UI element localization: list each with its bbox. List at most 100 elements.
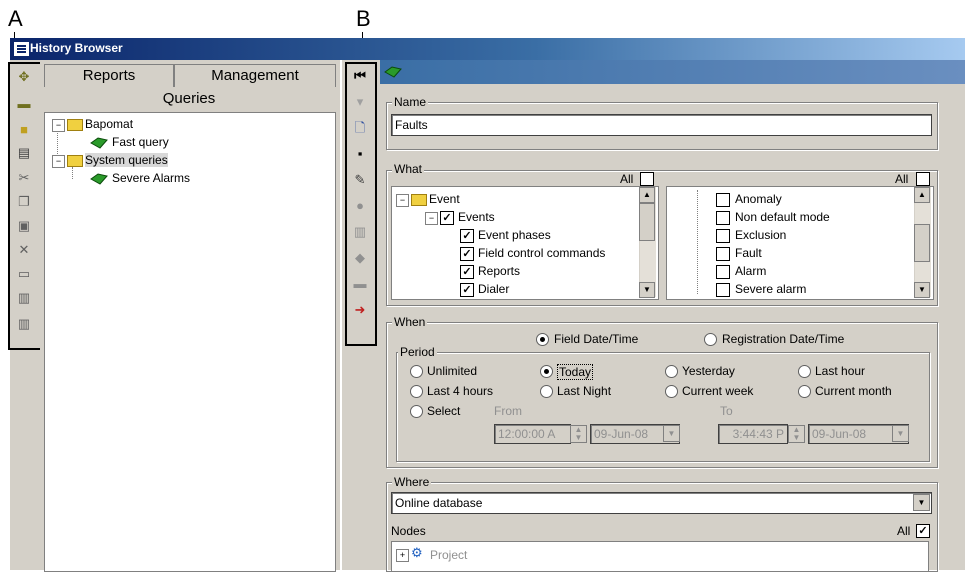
print-icon[interactable]: ▬ [350, 274, 370, 294]
event-scroll-thumb[interactable] [639, 203, 655, 241]
anomaly-checkbox[interactable] [716, 193, 730, 207]
severity-scroll-thumb[interactable] [914, 224, 930, 262]
tree-item-severe-alarms[interactable]: Severe Alarms [112, 171, 190, 185]
export-query-icon[interactable]: ➜ [350, 300, 370, 320]
period-current-month-label[interactable]: Current month [815, 384, 892, 398]
folder-bapomat-icon [67, 119, 83, 131]
what-left-all-checkbox[interactable] [640, 172, 654, 186]
from-time-field[interactable]: 12:00:00 A [494, 424, 571, 444]
where-dropdown-icon[interactable]: ▼ [913, 494, 930, 511]
registration-datetime-radio[interactable] [704, 333, 717, 346]
save-icon[interactable]: ▪ [350, 144, 370, 164]
run-icon[interactable]: ◆ [350, 248, 370, 268]
columns-icon[interactable]: ▥ [350, 222, 370, 242]
dialer-checkbox[interactable]: ✓ [460, 283, 474, 297]
tree-item-fast-query[interactable]: Fast query [112, 135, 169, 149]
what-right-all-checkbox[interactable] [916, 172, 930, 186]
collapse-left-icon[interactable]: ⏮ [350, 66, 370, 86]
name-field[interactable]: Faults [391, 114, 932, 136]
period-last-night-radio[interactable] [540, 385, 553, 398]
paste-icon[interactable]: ▣ [14, 216, 34, 236]
period-today-radio[interactable] [540, 365, 553, 378]
event-scroll-up[interactable]: ▲ [639, 187, 655, 203]
severity-scroll-down[interactable]: ▼ [914, 282, 930, 298]
project-node[interactable]: Project [430, 548, 467, 562]
period-current-month-radio[interactable] [798, 385, 811, 398]
where-select[interactable]: Online database [391, 492, 932, 514]
sort-icon[interactable]: ▾ [350, 92, 370, 112]
tree-item-system-queries[interactable]: System queries [85, 153, 168, 167]
events-node[interactable]: Events [458, 210, 495, 224]
to-time-field[interactable]: 3:44:43 P [718, 424, 788, 444]
event-node[interactable]: Event [429, 192, 460, 206]
event-phases-checkbox[interactable]: ✓ [460, 229, 474, 243]
period-unlimited-radio[interactable] [410, 365, 423, 378]
export-icon[interactable]: ▥ [14, 288, 34, 308]
non-default-mode-label[interactable]: Non default mode [735, 210, 830, 224]
period-today-label[interactable]: Today [557, 364, 594, 380]
fault-label[interactable]: Fault [735, 246, 762, 260]
folder-icon[interactable]: ■ [14, 120, 34, 140]
field-datetime-label[interactable]: Field Date/Time [554, 332, 638, 346]
period-yesterday-radio[interactable] [665, 365, 678, 378]
tree-item-bapomat[interactable]: Bapomat [85, 117, 133, 131]
minus-icon[interactable]: ▬ [14, 94, 34, 114]
reports-checkbox[interactable]: ✓ [460, 265, 474, 279]
period-last4-radio[interactable] [410, 385, 423, 398]
new-document-icon[interactable]: 🗋 [350, 118, 370, 138]
period-group-title: Period [398, 345, 437, 359]
reports-label[interactable]: Reports [478, 264, 520, 278]
query-edit-icon[interactable]: ✎ [350, 170, 370, 190]
from-date-dropdown-icon[interactable]: ▼ [663, 425, 680, 442]
events-checkbox[interactable]: ✓ [440, 211, 454, 225]
period-last-hour-radio[interactable] [798, 365, 811, 378]
import-icon[interactable]: ▥ [14, 314, 34, 334]
rename-icon[interactable]: ▭ [14, 264, 34, 284]
field-control-label[interactable]: Field control commands [478, 246, 605, 260]
event-scroll-down[interactable]: ▼ [639, 282, 655, 298]
period-last4-label[interactable]: Last 4 hours [427, 384, 493, 398]
registration-datetime-label[interactable]: Registration Date/Time [722, 332, 844, 346]
to-time-spinner[interactable]: ▲ ▼ [788, 425, 805, 443]
period-current-week-radio[interactable] [665, 385, 678, 398]
callout-a: A [8, 6, 23, 31]
expand-project-icon[interactable]: + [396, 549, 409, 562]
expand-event-icon[interactable]: − [396, 194, 409, 207]
to-date-dropdown-icon[interactable]: ▼ [892, 425, 909, 442]
alarm-checkbox[interactable] [716, 265, 730, 279]
field-control-checkbox[interactable]: ✓ [460, 247, 474, 261]
period-select-label[interactable]: Select [427, 404, 460, 418]
period-select-radio[interactable] [410, 405, 423, 418]
exclusion-checkbox[interactable] [716, 229, 730, 243]
nodes-all-checkbox[interactable]: ✓ [916, 524, 930, 538]
period-yesterday-label[interactable]: Yesterday [682, 364, 735, 378]
anomaly-label[interactable]: Anomaly [735, 192, 782, 206]
field-datetime-radio[interactable] [536, 333, 549, 346]
tab-reports[interactable]: Reports [44, 64, 174, 87]
severe-alarm-label[interactable]: Severe alarm [735, 282, 806, 296]
period-unlimited-label[interactable]: Unlimited [427, 364, 477, 378]
tools-icon[interactable]: ✥ [14, 67, 34, 87]
document-icon[interactable]: ▤ [14, 143, 34, 163]
delete-icon[interactable]: ✕ [14, 240, 34, 260]
fault-checkbox[interactable] [716, 247, 730, 261]
period-last-night-label[interactable]: Last Night [557, 384, 611, 398]
cut-icon[interactable]: ✂ [14, 168, 34, 188]
period-current-week-label[interactable]: Current week [682, 384, 753, 398]
window-title-bar[interactable] [10, 38, 965, 60]
expand-system-queries-icon[interactable]: − [52, 155, 65, 168]
expand-events-icon[interactable]: − [425, 212, 438, 225]
dialer-label[interactable]: Dialer [478, 282, 509, 296]
severe-alarm-checkbox[interactable] [716, 283, 730, 297]
filter-icon[interactable]: ● [350, 196, 370, 216]
expand-bapomat-icon[interactable]: − [52, 119, 65, 132]
from-time-spinner[interactable]: ▲ ▼ [570, 425, 587, 443]
tab-management[interactable]: Management [174, 64, 336, 87]
period-last-hour-label[interactable]: Last hour [815, 364, 865, 378]
copy-icon[interactable]: ❐ [14, 192, 34, 212]
event-phases-label[interactable]: Event phases [478, 228, 551, 242]
severity-scroll-up[interactable]: ▲ [914, 187, 930, 203]
alarm-label[interactable]: Alarm [735, 264, 766, 278]
non-default-mode-checkbox[interactable] [716, 211, 730, 225]
exclusion-label[interactable]: Exclusion [735, 228, 786, 242]
